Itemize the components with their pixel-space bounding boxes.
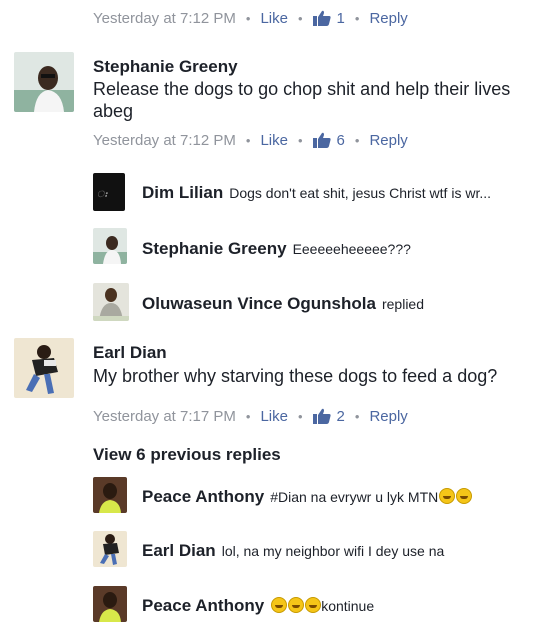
avatar[interactable]: ഃ xyxy=(93,173,125,211)
reply-item: Dim Lilian Dogs don't eat shit, jesus Ch… xyxy=(142,183,491,203)
reply-author[interactable]: Peace Anthony xyxy=(142,596,264,616)
like-count[interactable]: 2 xyxy=(337,408,345,425)
avatar[interactable] xyxy=(93,531,127,567)
separator-dot: • xyxy=(354,132,360,148)
separator-dot: • xyxy=(245,132,251,148)
separator-dot: • xyxy=(245,408,251,424)
laughing-emoji-icon xyxy=(456,488,473,504)
comment-meta: Yesterday at 7:17 PM • Like • 2 • Reply xyxy=(93,404,408,428)
svg-text:ഃ: ഃ xyxy=(97,189,108,199)
avatar[interactable] xyxy=(93,586,127,622)
reply-author[interactable]: Peace Anthony xyxy=(142,487,264,507)
view-previous-replies-link[interactable]: View 6 previous replies xyxy=(93,445,281,465)
thumbs-up-icon xyxy=(312,10,331,26)
reply-item: Peace Anthony #Dian na evrywr u lyk MTN xyxy=(142,487,473,507)
comment-meta: Yesterday at 7:12 PM • Like • 6 • Reply xyxy=(93,128,408,152)
comment-author[interactable]: Stephanie Greeny xyxy=(93,57,238,77)
reply-button[interactable]: Reply xyxy=(369,10,407,27)
avatar[interactable] xyxy=(14,52,74,112)
separator-dot: • xyxy=(297,132,303,148)
reply-text[interactable]: lol, na my neighbor wifi I dey use na xyxy=(222,543,445,559)
reply-button[interactable]: Reply xyxy=(369,408,407,425)
separator-dot: • xyxy=(297,10,303,26)
laughing-emoji-icon xyxy=(439,488,456,504)
reply-author[interactable]: Dim Lilian xyxy=(142,183,223,203)
like-count[interactable]: 1 xyxy=(337,10,345,27)
reply-text[interactable]: kontinue xyxy=(270,597,374,614)
like-button[interactable]: Like xyxy=(260,10,288,27)
avatar[interactable] xyxy=(93,477,127,513)
laughing-emoji-icon xyxy=(271,597,288,613)
reply-author[interactable]: Stephanie Greeny xyxy=(142,239,287,259)
laughing-emoji-icon xyxy=(305,597,322,613)
thumbs-up-icon xyxy=(312,408,331,424)
reply-item: Stephanie Greeny Eeeeeeheeeee??? xyxy=(142,239,411,259)
reply-author[interactable]: Earl Dian xyxy=(142,541,216,561)
reply-button[interactable]: Reply xyxy=(369,132,407,149)
avatar[interactable] xyxy=(93,228,127,264)
comment-author[interactable]: Earl Dian xyxy=(93,343,167,363)
separator-dot: • xyxy=(354,408,360,424)
reply-text[interactable]: replied xyxy=(382,296,424,312)
reply-text[interactable]: Dogs don't eat shit, jesus Christ wtf is… xyxy=(229,185,491,201)
reply-item: Oluwaseun Vince Ogunshola replied xyxy=(142,294,424,314)
separator-dot: • xyxy=(245,10,251,26)
reply-text[interactable]: #Dian na evrywr u lyk MTN xyxy=(270,488,473,505)
separator-dot: • xyxy=(354,10,360,26)
timestamp: Yesterday at 7:12 PM xyxy=(93,131,236,149)
like-button[interactable]: Like xyxy=(260,132,288,149)
like-button[interactable]: Like xyxy=(260,408,288,425)
avatar[interactable] xyxy=(14,338,74,398)
comment-text: My brother why starving these dogs to fe… xyxy=(93,366,498,386)
timestamp: Yesterday at 7:12 PM xyxy=(93,9,236,27)
separator-dot: • xyxy=(297,408,303,424)
reply-text[interactable]: Eeeeeeheeeee??? xyxy=(293,241,411,257)
thumbs-up-icon xyxy=(312,132,331,148)
comment-meta-top: Yesterday at 7:12 PM • Like • 1 • Reply xyxy=(93,6,408,30)
comment-text: Release the dogs to go chop shit and hel… xyxy=(93,79,511,121)
like-count[interactable]: 6 xyxy=(337,132,345,149)
avatar[interactable] xyxy=(93,283,129,321)
timestamp: Yesterday at 7:17 PM xyxy=(93,407,236,425)
reply-author[interactable]: Oluwaseun Vince Ogunshola xyxy=(142,294,376,314)
reply-item: Peace Anthony kontinue xyxy=(142,596,374,616)
laughing-emoji-icon xyxy=(288,597,305,613)
reply-item: Earl Dian lol, na my neighbor wifi I dey… xyxy=(142,541,444,561)
